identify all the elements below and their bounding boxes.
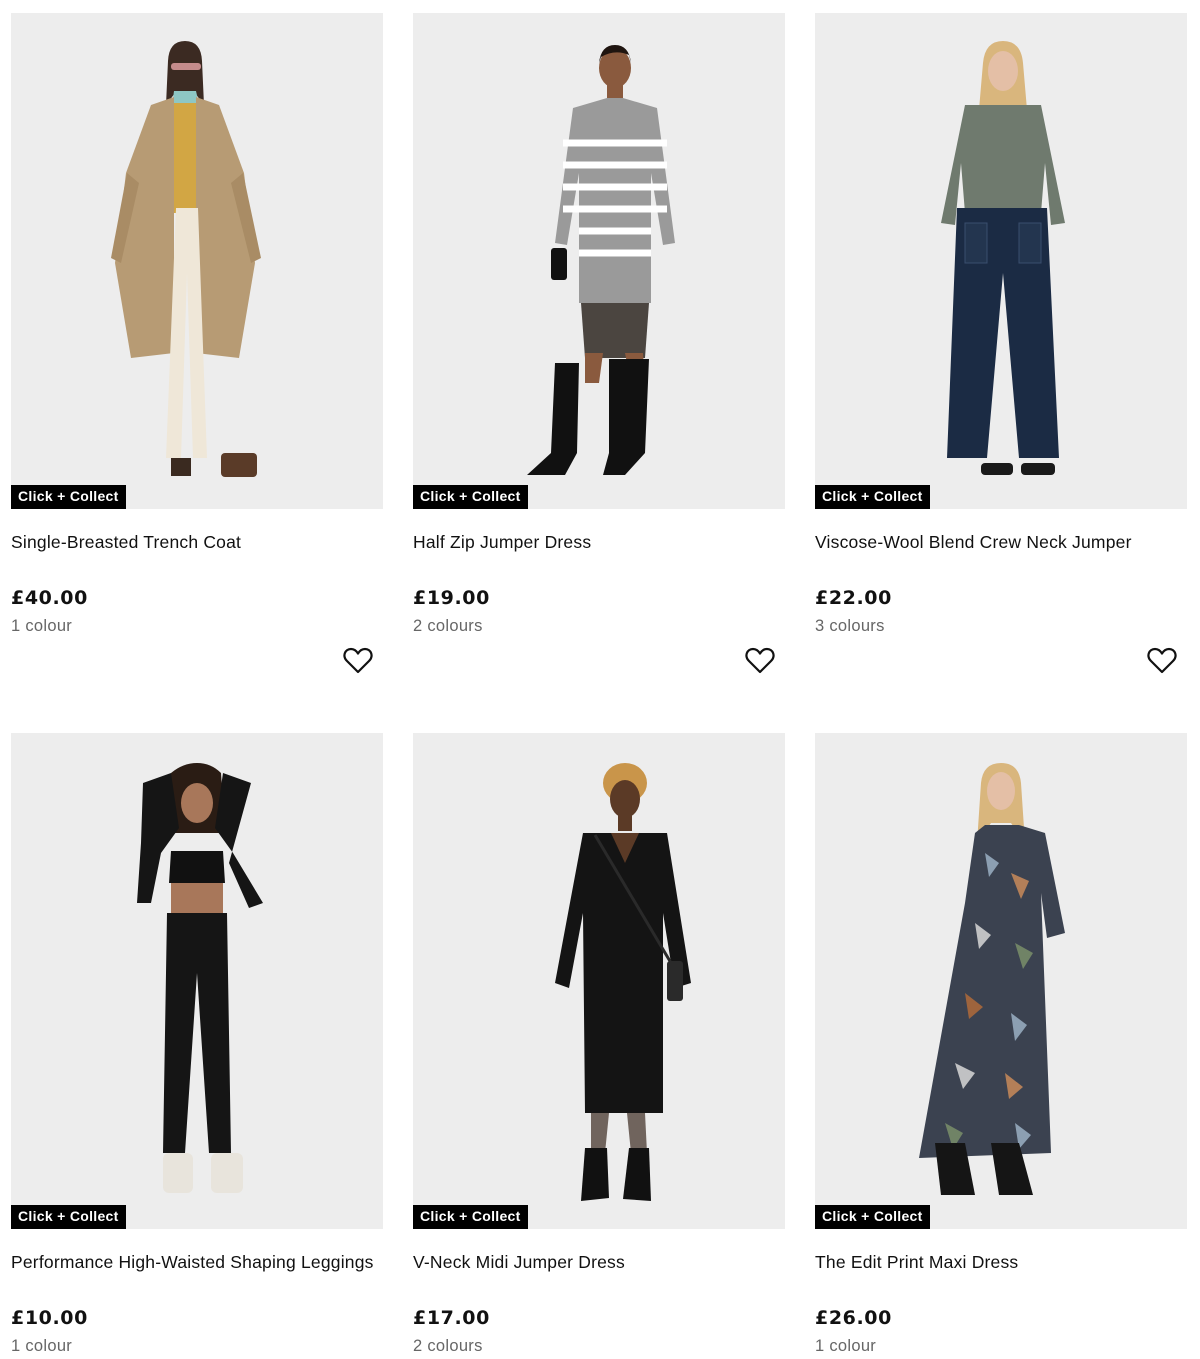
product-title[interactable]: The Edit Print Maxi Dress — [815, 1251, 1187, 1273]
product-card[interactable]: Click + Collect The Edit Print Maxi Dres… — [815, 733, 1187, 1356]
product-image[interactable]: Click + Collect — [11, 733, 383, 1229]
product-price: £26.00 — [815, 1307, 892, 1329]
product-image[interactable]: Click + Collect — [815, 733, 1187, 1229]
product-colour-count: 1 colour — [815, 1337, 877, 1355]
product-card[interactable]: Click + Collect Viscose-Wool Blend Crew … — [815, 13, 1187, 674]
product-grid: Click + Collect Single-Breasted Trench C… — [0, 0, 1200, 1359]
click-collect-badge: Click + Collect — [11, 485, 126, 509]
product-price: £40.00 — [11, 587, 88, 609]
click-collect-badge: Click + Collect — [413, 1205, 528, 1229]
product-title[interactable]: Performance High-Waisted Shaping Legging… — [11, 1251, 383, 1273]
product-photo — [527, 45, 675, 475]
product-photo — [137, 763, 263, 1193]
click-collect-badge: Click + Collect — [815, 1205, 930, 1229]
product-colour-count: 1 colour — [11, 617, 73, 635]
product-title[interactable]: Half Zip Jumper Dress — [413, 531, 785, 553]
product-card[interactable]: Click + Collect Performance High-Waisted… — [11, 733, 383, 1356]
product-photo — [555, 763, 691, 1201]
product-price: £22.00 — [815, 587, 892, 609]
product-colour-count: 2 colours — [413, 1337, 483, 1355]
product-title[interactable]: V-Neck Midi Jumper Dress — [413, 1251, 785, 1273]
product-image[interactable]: Click + Collect — [413, 733, 785, 1229]
click-collect-badge: Click + Collect — [815, 485, 930, 509]
wishlist-heart-icon[interactable] — [1147, 647, 1177, 675]
product-card[interactable]: Click + Collect V-Neck Midi Jumper Dress… — [413, 733, 785, 1356]
product-card[interactable]: Click + Collect Half Zip Jumper Dress £1… — [413, 13, 785, 674]
product-price: £19.00 — [413, 587, 490, 609]
click-collect-badge: Click + Collect — [413, 485, 528, 509]
product-title[interactable]: Single-Breasted Trench Coat — [11, 531, 383, 553]
product-image[interactable]: Click + Collect — [413, 13, 785, 509]
product-card[interactable]: Click + Collect Single-Breasted Trench C… — [11, 13, 383, 674]
product-colour-count: 3 colours — [815, 617, 885, 635]
product-title[interactable]: Viscose-Wool Blend Crew Neck Jumper — [815, 531, 1187, 553]
product-image[interactable]: Click + Collect — [815, 13, 1187, 509]
wishlist-heart-icon[interactable] — [343, 647, 373, 675]
wishlist-heart-icon[interactable] — [745, 647, 775, 675]
product-photo — [941, 41, 1065, 475]
product-image[interactable]: Click + Collect — [11, 13, 383, 509]
product-photo — [111, 41, 261, 477]
product-colour-count: 2 colours — [413, 617, 483, 635]
product-price: £17.00 — [413, 1307, 490, 1329]
product-price: £10.00 — [11, 1307, 88, 1329]
product-colour-count: 1 colour — [11, 1337, 73, 1355]
product-photo — [919, 763, 1065, 1195]
click-collect-badge: Click + Collect — [11, 1205, 126, 1229]
